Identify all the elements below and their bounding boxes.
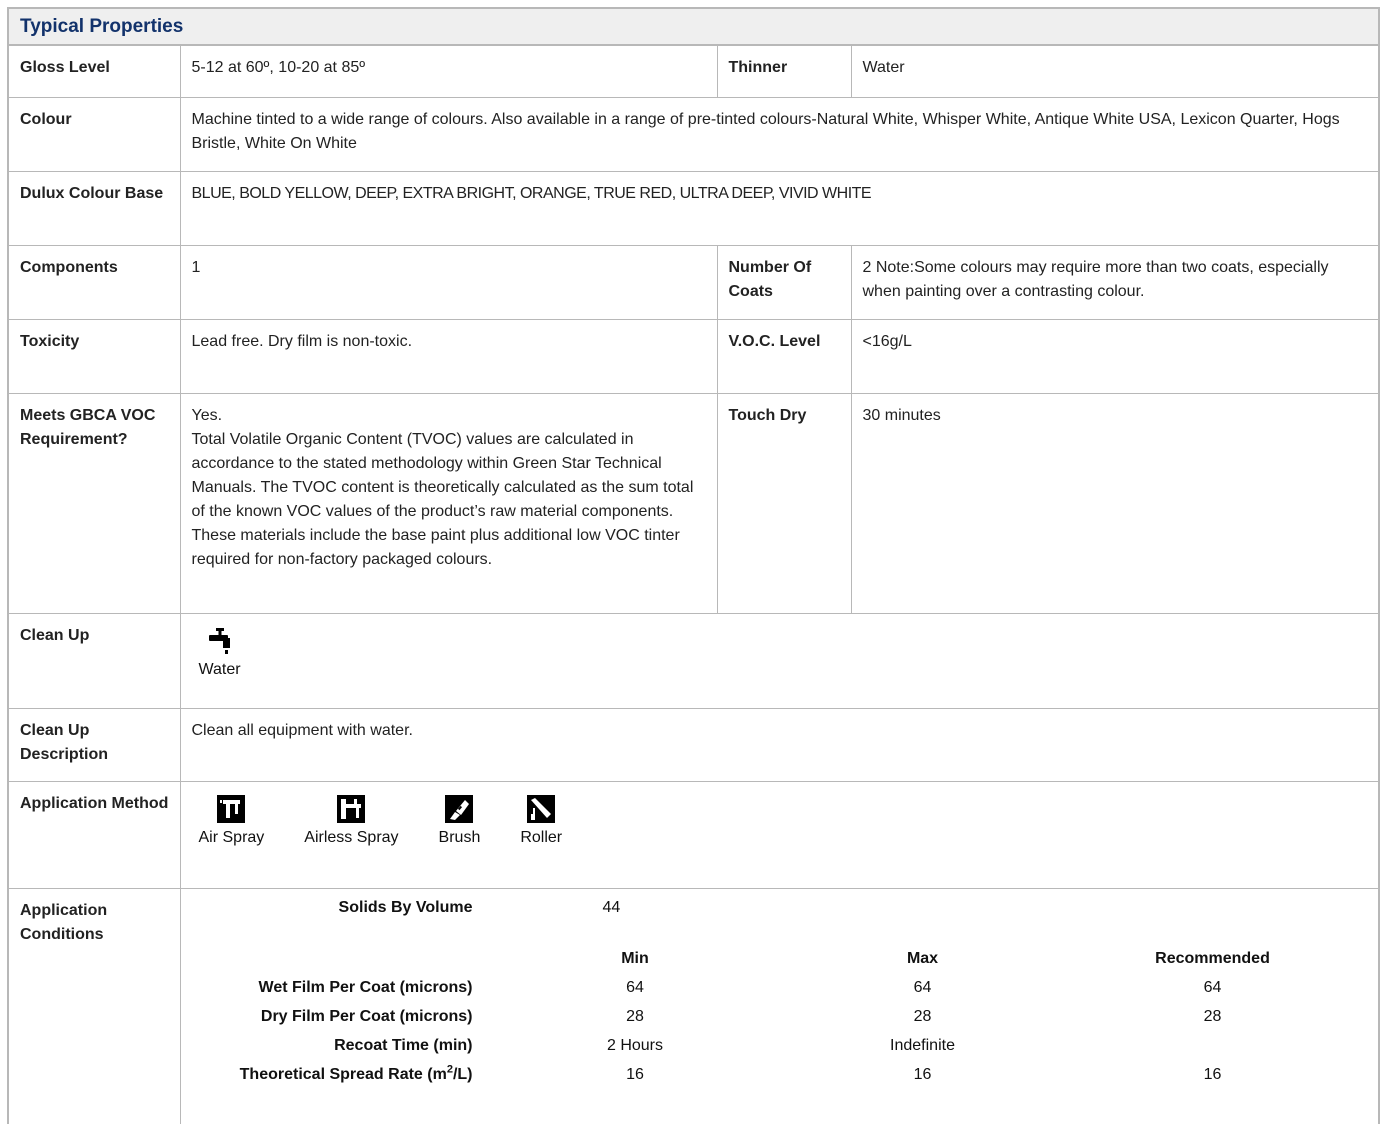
application-method-label: Application Method [9,780,181,889]
spread-rate-label-text: Theoretical Spread Rate (m [239,1065,447,1083]
colour-label: Colour [9,96,181,172]
application-conditions-value: Solids By Volume 44 Min Max Recommended … [179,887,1378,1124]
recoat-time-min: 2 Hours [606,1036,664,1054]
clean-up-description-label: Clean Up Description [9,707,181,782]
wet-film-max: 64 [913,978,932,996]
method-brush: Brush [438,794,481,850]
clean-up-water: Water [199,626,241,682]
spread-rate-min: 16 [626,1065,644,1083]
clean-up-water-label: Water [198,660,241,678]
method-airless-spray-label: Airless Spray [304,828,399,846]
solids-value: 44 [602,898,621,916]
row-colour: Colour Machine tinted to a wide range of… [9,96,1378,172]
properties-table: Gloss Level 5-12 at 60º, 10-20 at 85º Th… [9,46,1378,1124]
voc-level-label: V.O.C. Level [716,318,852,394]
solids-label: Solids By Volume [338,898,473,916]
spread-rate-rec: 16 [1203,1065,1222,1083]
min-header: Min [621,949,649,967]
airless-spray-icon [337,794,366,823]
wet-film-min: 64 [626,978,644,996]
gbca-value-explanation: Total Volatile Organic Content (TVOC) va… [191,430,694,568]
thinner-label: Thinner [716,46,852,98]
row-clean-up: Clean Up Water [9,612,1378,709]
row-gbca: Meets GBCA VOC Requirement? Yes. Total V… [9,392,1378,614]
method-roller: Roller [520,794,562,850]
row-application-method: Application Method Air Spray Airless Spr… [9,780,1378,889]
dry-film-max: 28 [913,1007,932,1025]
air-spray-icon [217,794,246,823]
brush-icon [445,794,474,823]
row-dulux-colour-base: Dulux Colour Base BLUE, BOLD YELLOW, DEE… [9,170,1378,246]
touch-dry-value: 30 minutes [850,392,1378,614]
thinner-value: Water [850,46,1378,98]
number-of-coats-label: Number Of Coats [716,244,852,320]
recoat-time-label: Recoat Time (min) [334,1036,473,1054]
gbca-value: Yes. Total Volatile Organic Content (TVO… [179,392,718,614]
application-conditions-label: Application Conditions [9,887,181,1124]
application-method-value: Air Spray Airless Spray Brush Roller [179,780,1378,889]
wet-film-row: Wet Film Per Coat (microns) 64 64 64 [181,973,1358,1002]
tap-icon [208,627,230,654]
conditions-header-row: Min Max Recommended [181,944,1358,973]
recoat-time-max: Indefinite [890,1036,955,1054]
typical-properties-panel: Typical Properties Gloss Level 5-12 at 6… [7,7,1380,1124]
solids-row: Solids By Volume 44 [181,893,1358,922]
method-airless-spray: Airless Spray [304,794,399,850]
clean-up-description-value: Clean all equipment with water. [179,707,1378,782]
components-label: Components [9,244,181,320]
spread-rate-label: Theoretical Spread Rate (m2/L) [181,1060,493,1089]
method-air-spray-label: Air Spray [198,828,265,846]
gbca-value-answer: Yes. [191,406,223,424]
clean-up-value: Water [179,612,1378,709]
row-application-conditions: Application Conditions Solids By Volume … [9,887,1378,1124]
colour-value: Machine tinted to a wide range of colour… [179,96,1378,172]
row-gloss-level: Gloss Level 5-12 at 60º, 10-20 at 85º Th… [9,46,1378,98]
dry-film-rec: 28 [1203,1007,1222,1025]
spread-rate-row: Theoretical Spread Rate (m2/L) 16 16 16 [181,1060,1358,1089]
wet-film-rec: 64 [1203,978,1222,996]
row-clean-up-description: Clean Up Description Clean all equipment… [9,707,1378,782]
method-air-spray: Air Spray [198,794,265,850]
recommended-header: Recommended [1155,949,1270,967]
panel-header: Typical Properties [9,9,1378,46]
dulux-colour-base-label: Dulux Colour Base [9,170,181,246]
max-header: Max [906,949,939,967]
row-components: Components 1 Number Of Coats 2 Note:Some… [9,244,1378,320]
toxicity-value: Lead free. Dry film is non-toxic. [179,318,718,394]
spread-rate-label-unit: /L) [452,1065,473,1083]
method-roller-label: Roller [520,828,563,846]
components-value: 1 [179,244,718,320]
panel-title: Typical Properties [20,15,184,37]
dry-film-min: 28 [626,1007,644,1025]
dry-film-label: Dry Film Per Coat (microns) [260,1007,473,1025]
wet-film-label: Wet Film Per Coat (microns) [258,978,473,996]
row-toxicity: Toxicity Lead free. Dry film is non-toxi… [9,318,1378,394]
recoat-time-row: Recoat Time (min) 2 Hours Indefinite [181,1031,1358,1060]
roller-icon [527,794,556,823]
gloss-level-label: Gloss Level [9,46,181,98]
dulux-colour-base-value: BLUE, BOLD YELLOW, DEEP, EXTRA BRIGHT, O… [179,170,1378,246]
number-of-coats-value: 2 Note:Some colours may require more tha… [850,244,1378,320]
touch-dry-label: Touch Dry [716,392,852,614]
clean-up-label: Clean Up [9,612,181,709]
conditions-table: Solids By Volume 44 Min Max Recommended … [181,893,1358,1089]
method-brush-label: Brush [438,828,481,846]
recoat-time-rec [1068,1031,1358,1060]
gloss-level-value: 5-12 at 60º, 10-20 at 85º [179,46,718,98]
voc-level-value: <16g/L [850,318,1378,394]
toxicity-label: Toxicity [9,318,181,394]
gbca-label: Meets GBCA VOC Requirement? [9,392,181,614]
dry-film-row: Dry Film Per Coat (microns) 28 28 28 [181,1002,1358,1031]
spread-rate-max: 16 [913,1065,932,1083]
